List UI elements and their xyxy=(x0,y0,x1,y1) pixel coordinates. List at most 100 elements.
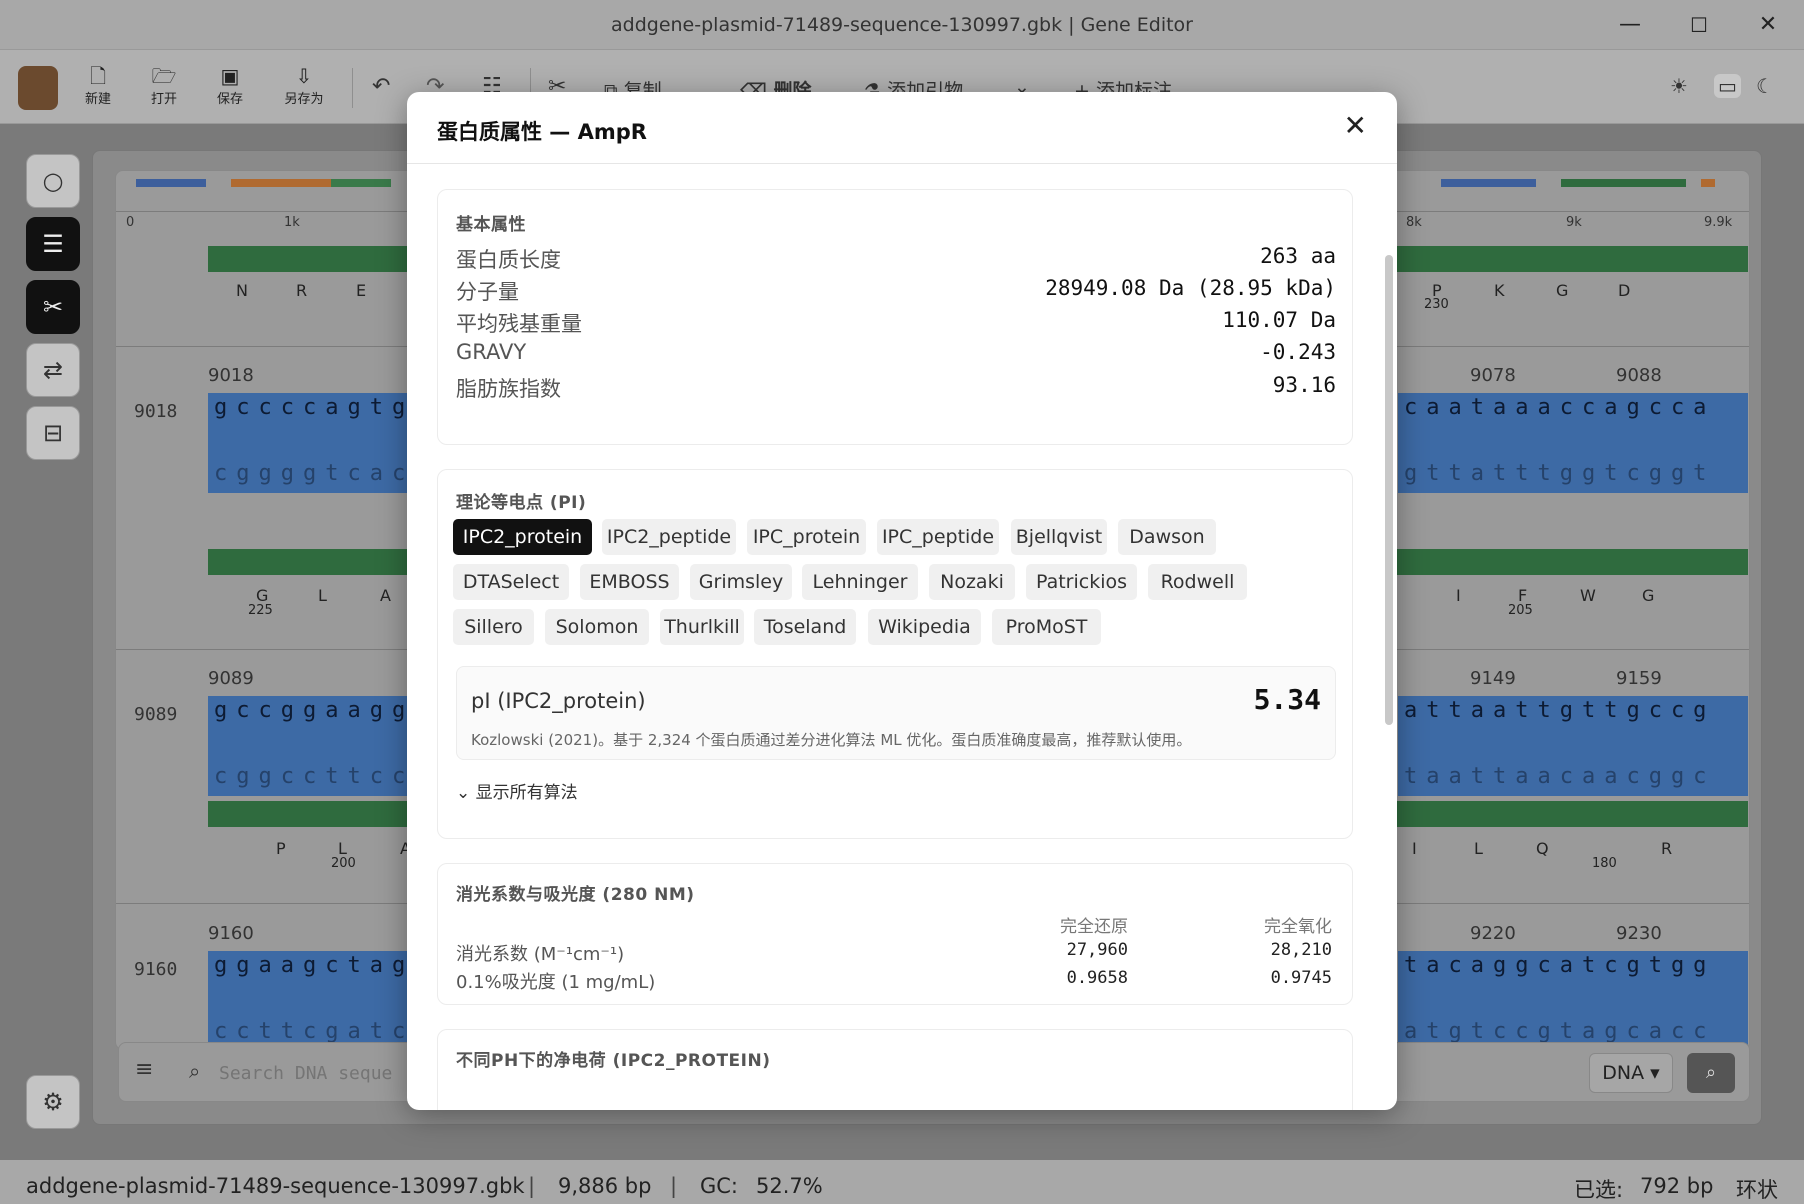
residue-number: 225 xyxy=(248,603,273,618)
light-theme-icon[interactable]: ☀ xyxy=(1670,74,1688,98)
algorithm-chip[interactable]: Sillero xyxy=(453,609,534,645)
protein-properties-dialog: 蛋白质属性 — AmpR ✕ 基本属性 蛋白质长度 263 aa 分子量 28949… xyxy=(407,92,1397,1110)
maximize-icon[interactable]: ☐ xyxy=(1679,10,1719,40)
algorithm-chip[interactable]: Solomon xyxy=(545,609,649,645)
window-title: addgene-plasmid-71489-sequence-130997.gb… xyxy=(611,14,1193,36)
system-theme-icon[interactable]: ▭ xyxy=(1714,74,1741,98)
status-gc: 52.7% xyxy=(756,1174,823,1198)
status-selection: 792 bp xyxy=(1640,1174,1714,1198)
dna-bottom-strand[interactable]: gttatttggtcggt xyxy=(1398,459,1748,493)
property-row: 平均残基重量 110.07 Da xyxy=(456,308,1336,336)
ruler-tick: 8k xyxy=(1406,215,1422,230)
save-as-button[interactable]: ⇩ 另存为 xyxy=(274,64,334,107)
algorithm-chip[interactable]: Toseland xyxy=(754,609,856,645)
wrap-text-icon[interactable]: ≡ xyxy=(135,1057,153,1082)
undo-icon[interactable]: ↶ xyxy=(372,74,390,99)
section-heading: 消光系数与吸光度 (280 NM) xyxy=(456,885,695,905)
absorbance-value: 0.9745 xyxy=(1270,968,1332,988)
extinction-coefficient-card: 消光系数与吸光度 (280 NM) 完全还原 完全氧化 消光系数 (M⁻¹cm⁻… xyxy=(437,863,1353,1005)
status-bar: addgene-plasmid-71489-sequence-130997.gb… xyxy=(0,1160,1804,1204)
dialog-title: 蛋白质属性 — AmpR xyxy=(437,120,647,144)
save-button[interactable]: ▣ 保存 xyxy=(200,64,260,107)
coord-label: 9089 xyxy=(208,668,254,689)
absorbance-row-label: 0.1%吸光度 (1 mg/mL) xyxy=(456,972,656,993)
feature-bar xyxy=(1441,179,1536,187)
dna-top-strand[interactable]: caataaaccagcca xyxy=(1398,393,1748,427)
algorithm-chip[interactable]: EMBOSS xyxy=(580,564,679,600)
amino-acid: W xyxy=(1580,586,1596,605)
align-icon[interactable]: ⊟ xyxy=(26,406,80,460)
algorithm-chip[interactable]: Bjellqvist xyxy=(1011,519,1107,555)
show-all-algorithms-toggle[interactable]: ⌄ 显示所有算法 xyxy=(456,778,578,803)
feature-bar xyxy=(331,179,391,187)
amino-acid: P xyxy=(276,839,286,858)
amino-acid: L xyxy=(1474,839,1483,858)
algorithm-chip[interactable]: Lehninger xyxy=(802,564,918,600)
close-window-icon[interactable]: ✕ xyxy=(1748,10,1788,40)
pi-result-label: pI (IPC2_protein) xyxy=(471,689,646,713)
amino-acid: L xyxy=(318,586,327,605)
dark-theme-icon[interactable]: ☾ xyxy=(1756,74,1774,98)
algorithm-chip[interactable]: Wikipedia xyxy=(868,609,981,645)
sequence-type-select[interactable]: DNA ▾ xyxy=(1589,1053,1673,1093)
swap-icon[interactable]: ⇄ xyxy=(26,343,80,397)
search-input[interactable] xyxy=(219,1053,419,1093)
chevron-down-icon: ⌄ xyxy=(456,783,471,803)
residue-number: 200 xyxy=(331,856,356,871)
ruler-tick: 1k xyxy=(284,215,300,230)
basic-properties-card: 基本属性 蛋白质长度 263 aa 分子量 28949.08 Da (28.95 k… xyxy=(437,189,1353,445)
coord-label: 9149 xyxy=(1470,668,1516,689)
algorithm-chip[interactable]: Thurlkill xyxy=(660,609,744,645)
row-position: 9089 xyxy=(134,704,178,725)
algorithm-chip[interactable]: DTASelect xyxy=(453,564,569,600)
title-bar: addgene-plasmid-71489-sequence-130997.gb… xyxy=(0,0,1804,50)
status-divider: | xyxy=(670,1174,678,1198)
algorithm-chip[interactable]: Dawson xyxy=(1118,519,1216,555)
save-as-icon: ⇩ xyxy=(295,64,313,88)
amino-acid: G xyxy=(1642,586,1655,605)
status-filename: addgene-plasmid-71489-sequence-130997.gb… xyxy=(26,1174,525,1198)
amino-acid: E xyxy=(356,281,367,300)
algorithm-chip[interactable]: Nozaki xyxy=(929,564,1015,600)
selection-band xyxy=(1398,985,1748,1017)
close-icon[interactable]: ✕ xyxy=(1344,112,1367,140)
property-row: 脂肪族指数 93.16 xyxy=(456,373,1336,401)
dna-top-strand[interactable]: attaattgttgccg xyxy=(1398,696,1748,730)
amino-acid: I xyxy=(1412,839,1417,858)
feature-bar xyxy=(1561,179,1686,187)
amino-acid: R xyxy=(1661,839,1673,858)
algorithm-chip[interactable]: Grimsley xyxy=(690,564,792,600)
amino-acid: G xyxy=(1556,281,1569,300)
property-row: 蛋白质长度 263 aa xyxy=(456,244,1336,272)
linear-view-icon[interactable]: ☰ xyxy=(26,217,80,271)
algorithm-chip[interactable]: ProMoST xyxy=(992,609,1101,645)
section-heading: 基本属性 xyxy=(456,215,526,235)
new-file-button[interactable]: 🗋 新建 xyxy=(68,64,128,107)
circular-view-icon[interactable]: ○ xyxy=(26,154,80,208)
amino-acid: K xyxy=(1494,281,1505,300)
search-icon: ⌕ xyxy=(189,1059,201,1083)
feature-bar xyxy=(136,179,206,187)
dialog-scrollbar[interactable] xyxy=(1385,255,1393,725)
dna-top-strand[interactable]: tacaggcatcgtgg xyxy=(1398,951,1748,985)
algorithm-chip[interactable]: Rodwell xyxy=(1148,564,1247,600)
search-submit-button[interactable]: ⌕ xyxy=(1687,1053,1735,1093)
cut-tool-icon[interactable]: ✂ xyxy=(26,280,80,334)
search-icon: ⌕ xyxy=(1705,1062,1717,1083)
settings-gear-icon[interactable]: ⚙ xyxy=(26,1075,80,1129)
toolbar-divider xyxy=(352,68,353,108)
residue-number: 205 xyxy=(1508,603,1533,618)
algorithm-chip[interactable]: IPC_protein xyxy=(747,519,866,555)
coord-label: 9220 xyxy=(1470,923,1516,944)
algorithm-chip[interactable]: IPC_peptide xyxy=(877,519,999,555)
algorithm-chip[interactable]: IPC2_protein xyxy=(453,519,592,555)
amino-acid: I xyxy=(1456,586,1461,605)
row-position: 9018 xyxy=(134,401,178,422)
dna-bottom-strand[interactable]: taattaacaacggc xyxy=(1398,762,1748,796)
open-file-button[interactable]: 🗁 打开 xyxy=(134,64,194,107)
minimize-icon[interactable]: — xyxy=(1610,10,1650,40)
residue-number: 180 xyxy=(1592,856,1617,871)
algorithm-chip[interactable]: Patrickios xyxy=(1026,564,1137,600)
algorithm-chip[interactable]: IPC2_peptide xyxy=(602,519,736,555)
amino-acid: D xyxy=(1618,281,1631,300)
